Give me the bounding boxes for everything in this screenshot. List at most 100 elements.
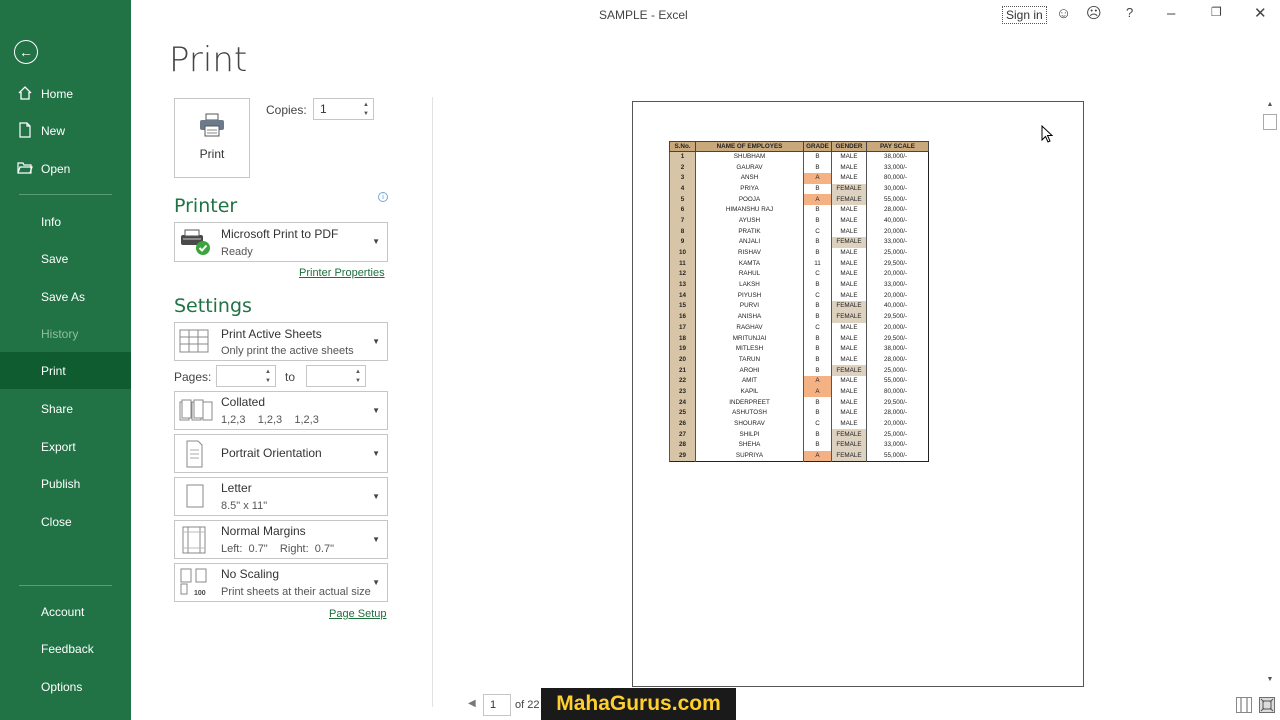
- sidebar-item-save[interactable]: Save: [0, 240, 131, 277]
- table-cell-gender: MALE: [831, 258, 867, 270]
- smile-icon[interactable]: ☺: [1056, 6, 1071, 21]
- table-cell-grade: B: [803, 204, 832, 216]
- sidebar-item-new[interactable]: New: [0, 112, 131, 149]
- printer-icon: [200, 113, 224, 137]
- table-row: 8 PRATIK C MALE 20,000/-: [669, 226, 929, 237]
- previous-page-icon[interactable]: ◀: [468, 698, 476, 709]
- restore-button[interactable]: ❐: [1211, 6, 1222, 18]
- page-title: Print: [169, 40, 248, 80]
- orientation-title: Portrait Orientation: [221, 446, 322, 460]
- table-cell-grade: C: [803, 269, 832, 280]
- table-cell-gender: MALE: [831, 375, 867, 387]
- scaling-dropdown[interactable]: 100 No Scaling Print sheets at their act…: [174, 563, 388, 602]
- sidebar-item-feedback[interactable]: Feedback: [0, 630, 131, 667]
- current-page-input[interactable]: 1: [483, 694, 511, 716]
- sidebar-item-label: Open: [41, 161, 71, 176]
- zoom-to-page-icon[interactable]: [1259, 697, 1275, 713]
- scroll-down-button[interactable]: ▼: [1264, 676, 1276, 688]
- sign-in-link[interactable]: Sign in: [1002, 6, 1047, 24]
- table-cell-name: TARUN: [695, 354, 804, 366]
- printer-dropdown[interactable]: Microsoft Print to PDF Ready ▼: [174, 222, 388, 262]
- info-icon[interactable]: i: [378, 192, 388, 202]
- sidebar-item-label: Share: [41, 401, 74, 416]
- scrollbar-thumb[interactable]: [1263, 114, 1277, 130]
- sidebar-item-open[interactable]: Open: [0, 150, 131, 187]
- print-preview-page: S.No. NAME OF EMPLOYES GRADE GENDER PAY …: [632, 101, 1084, 687]
- sidebar-item-history[interactable]: History: [0, 315, 131, 352]
- minimize-button[interactable]: –: [1167, 6, 1175, 21]
- sidebar-item-label: Close: [41, 514, 72, 529]
- collate-dropdown[interactable]: Collated 1,2,3 1,2,3 1,2,3 ▼: [174, 391, 388, 430]
- table-cell-grade: B: [803, 183, 832, 195]
- table-cell-pay: 20,000/-: [866, 290, 929, 302]
- sidebar-item-label: Print: [41, 363, 66, 378]
- table-cell-grade: A: [803, 194, 832, 205]
- table-cell-grade: A: [803, 386, 832, 398]
- printer-properties-link[interactable]: Printer Properties: [299, 267, 385, 279]
- spin-up-icon[interactable]: ▲: [363, 102, 371, 108]
- table-cell-gender: FEMALE: [831, 440, 867, 451]
- orientation-dropdown[interactable]: Portrait Orientation ▼: [174, 434, 388, 473]
- spin-up-icon[interactable]: ▲: [355, 369, 363, 375]
- table-row: 4 PRIYA B FEMALE 30,000/-: [669, 183, 929, 195]
- table-cell-name: RAGHAV: [695, 322, 804, 334]
- table-cell-gender: FEMALE: [831, 183, 867, 195]
- sidebar-item-share[interactable]: Share: [0, 390, 131, 427]
- table-cell-gender: FEMALE: [831, 194, 867, 205]
- table-cell-pay: 20,000/-: [866, 269, 929, 280]
- table-cell-gender: MALE: [831, 269, 867, 280]
- table-cell-sno: 9: [669, 237, 696, 248]
- close-window-button[interactable]: ✕: [1254, 6, 1267, 21]
- home-icon: [18, 86, 32, 100]
- show-margins-icon[interactable]: [1236, 697, 1252, 713]
- pages-from-input[interactable]: ▲ ▼: [216, 365, 276, 387]
- print-button[interactable]: Print: [174, 98, 250, 178]
- sidebar-item-options[interactable]: Options: [0, 668, 131, 705]
- margins-dropdown[interactable]: Normal Margins Left: 0.7" Right: 0.7" ▼: [174, 520, 388, 559]
- sidebar-item-account[interactable]: Account: [0, 593, 131, 630]
- table-cell-pay: 55,000/-: [866, 450, 929, 462]
- chevron-down-icon: ▼: [372, 492, 380, 501]
- sidebar-item-home[interactable]: Home: [0, 75, 131, 112]
- table-cell-sno: 21: [669, 365, 696, 376]
- chevron-down-icon: ▼: [372, 535, 380, 544]
- pages-to-input[interactable]: ▲ ▼: [306, 365, 366, 387]
- back-arrow-icon[interactable]: ←: [14, 40, 38, 64]
- table-row: 26 SHOURAV C MALE 20,000/-: [669, 418, 929, 430]
- table-cell-sno: 16: [669, 311, 696, 323]
- sidebar-item-save-as[interactable]: Save As: [0, 278, 131, 315]
- copies-stepper[interactable]: 1 ▲ ▼: [313, 98, 374, 120]
- settings-heading: Settings: [174, 295, 252, 317]
- print-what-dropdown[interactable]: Print Active Sheets Only print the activ…: [174, 322, 388, 361]
- table-cell-name: ASHUTOSH: [695, 408, 804, 419]
- table-cell-name: SHOURAV: [695, 418, 804, 430]
- sidebar-item-export[interactable]: Export: [0, 428, 131, 465]
- sidebar-item-close[interactable]: Close: [0, 503, 131, 540]
- table-cell-name: MITLESH: [695, 343, 804, 355]
- table-row: 7 AYUSH B MALE 40,000/-: [669, 215, 929, 227]
- help-button[interactable]: ?: [1126, 6, 1133, 19]
- table-cell-name: POOJA: [695, 194, 804, 205]
- spin-down-icon[interactable]: ▼: [355, 378, 363, 384]
- scroll-up-button[interactable]: ▲: [1264, 101, 1276, 113]
- table-cell-sno: 26: [669, 418, 696, 430]
- page-setup-link[interactable]: Page Setup: [329, 608, 387, 620]
- paper-size-dropdown[interactable]: Letter 8.5" x 11" ▼: [174, 477, 388, 516]
- sidebar-item-publish[interactable]: Publish: [0, 465, 131, 502]
- table-cell-grade: B: [803, 440, 832, 451]
- table-cell-grade: B: [803, 151, 832, 163]
- table-cell-name: AROHI: [695, 365, 804, 376]
- spin-down-icon[interactable]: ▼: [265, 378, 273, 384]
- table-cell-sno: 6: [669, 204, 696, 216]
- frown-icon[interactable]: ☹: [1086, 6, 1102, 21]
- sidebar-item-print[interactable]: Print: [0, 352, 131, 389]
- printer-heading: Printer: [174, 195, 238, 217]
- sidebar-item-info[interactable]: Info: [0, 203, 131, 240]
- spin-down-icon[interactable]: ▼: [363, 111, 371, 117]
- spin-up-icon[interactable]: ▲: [265, 369, 273, 375]
- folder-open-icon: [17, 162, 33, 174]
- table-cell-gender: FEMALE: [831, 237, 867, 248]
- table-row: 14 PIYUSH C MALE 20,000/-: [669, 290, 929, 302]
- table-row: 21 AROHI B FEMALE 25,000/-: [669, 365, 929, 376]
- table-cell-grade: C: [803, 226, 832, 237]
